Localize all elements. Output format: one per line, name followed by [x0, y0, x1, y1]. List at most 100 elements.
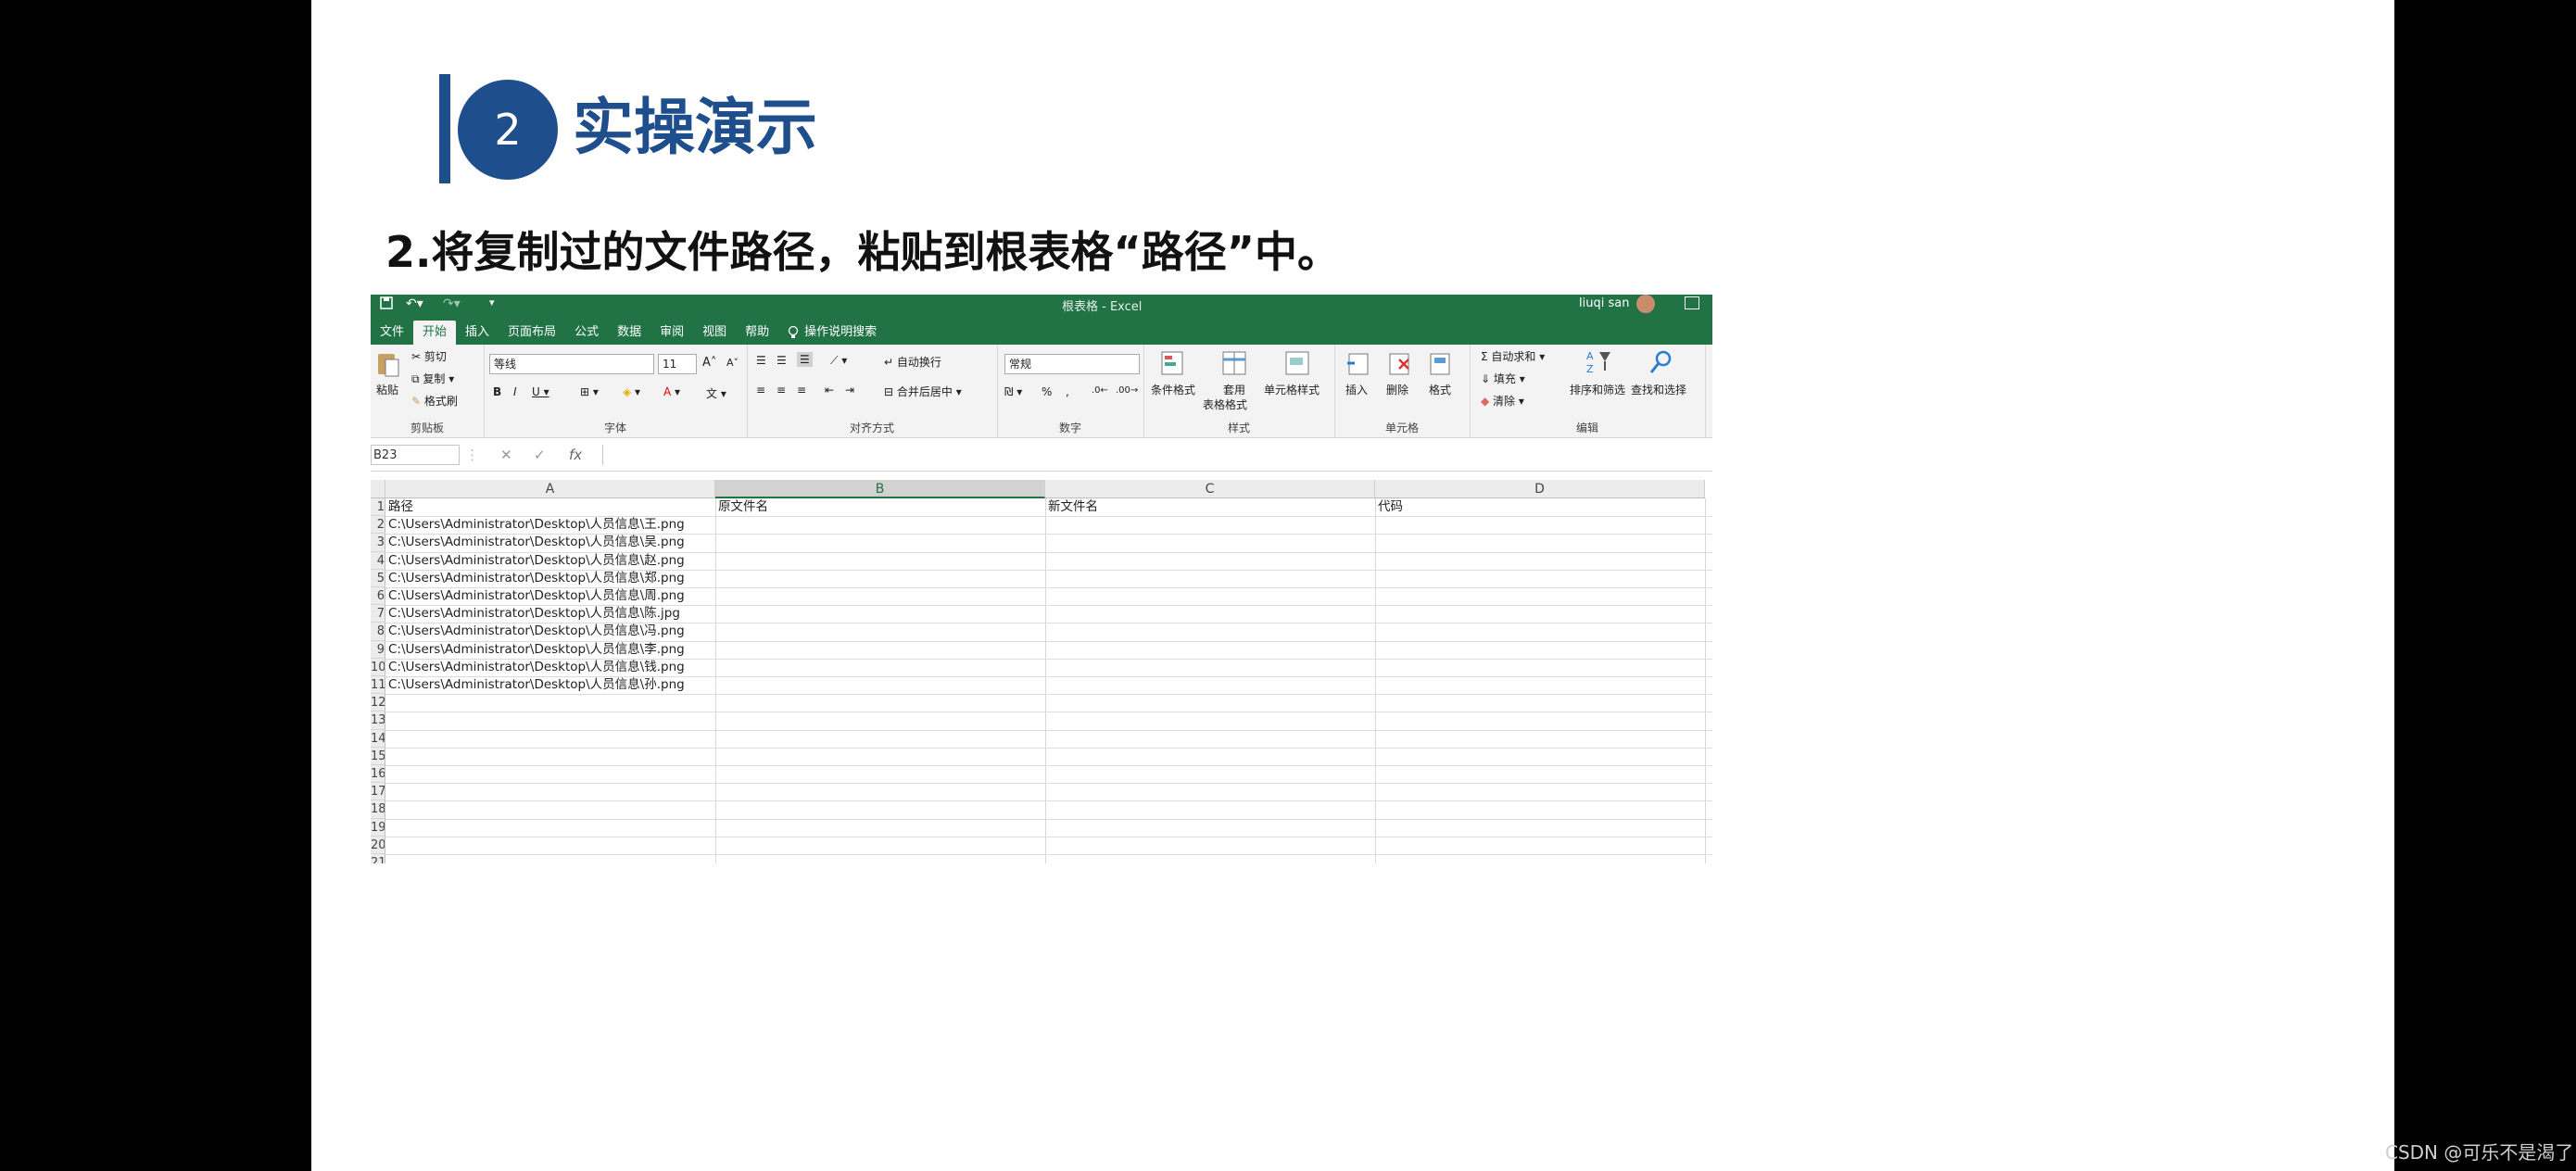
tab-page-layout[interactable]: 页面布局: [499, 321, 565, 345]
save-icon[interactable]: [380, 296, 393, 313]
path-cell[interactable]: C:\Users\Administrator\Desktop\人员信息\周.pn…: [385, 587, 715, 605]
row-header[interactable]: 1: [371, 498, 385, 517]
user-name[interactable]: liuqi san: [1579, 296, 1629, 310]
row-header[interactable]: 12: [371, 694, 385, 712]
accounting-format-icon[interactable]: ₪ ▾: [1004, 385, 1022, 398]
tab-data[interactable]: 数据: [608, 321, 650, 345]
insert-cells-button[interactable]: 插入: [1345, 382, 1368, 397]
merge-center-button[interactable]: ⊟ 合并后居中 ▾: [884, 384, 962, 399]
avatar[interactable]: [1636, 295, 1655, 313]
format-as-table-button[interactable]: 套用: [1223, 382, 1245, 397]
path-cell[interactable]: C:\Users\Administrator\Desktop\人员信息\钱.pn…: [385, 659, 715, 676]
bold-icon[interactable]: B: [493, 385, 501, 398]
format-cells-button[interactable]: 格式: [1429, 382, 1451, 397]
fill-button[interactable]: ⇓ 填充 ▾: [1481, 371, 1525, 386]
borders-icon[interactable]: ⊞ ▾: [580, 385, 599, 398]
cut-button[interactable]: ✂ 剪切: [411, 348, 447, 364]
row-header[interactable]: 2: [371, 516, 385, 535]
align-left-icon[interactable]: ≡: [756, 384, 765, 397]
align-middle-icon[interactable]: ☰: [777, 354, 787, 367]
font-size-select[interactable]: 11: [658, 354, 697, 374]
row-header[interactable]: 7: [371, 605, 385, 623]
header-cell[interactable]: 新文件名: [1045, 498, 1375, 516]
align-center-icon[interactable]: ≡: [777, 384, 786, 397]
row-header[interactable]: 19: [371, 818, 385, 837]
path-cell[interactable]: C:\Users\Administrator\Desktop\人员信息\李.pn…: [385, 641, 715, 659]
paste-icon[interactable]: [376, 350, 400, 382]
header-cell[interactable]: 路径: [385, 498, 715, 516]
tab-home[interactable]: 开始: [413, 321, 457, 345]
copy-button[interactable]: ⧉ 复制 ▾: [411, 371, 454, 386]
find-select-button[interactable]: 查找和选择: [1631, 382, 1686, 397]
increase-indent-icon[interactable]: ⇥: [845, 384, 854, 397]
percent-icon[interactable]: %: [1042, 385, 1052, 398]
row-header[interactable]: 17: [371, 783, 385, 801]
path-cell[interactable]: C:\Users\Administrator\Desktop\人员信息\赵.pn…: [385, 552, 715, 570]
row-header[interactable]: 10: [371, 658, 385, 676]
row-header[interactable]: 13: [371, 711, 385, 730]
clear-button[interactable]: ◆ 清除 ▾: [1481, 393, 1524, 409]
decrease-font-icon[interactable]: A˅: [726, 357, 739, 369]
wrap-text-button[interactable]: ↵ 自动换行: [884, 354, 941, 370]
ribbon-display-options-icon[interactable]: [1685, 296, 1699, 309]
paste-button[interactable]: 粘贴: [376, 382, 398, 397]
path-cell[interactable]: C:\Users\Administrator\Desktop\人员信息\冯.pn…: [385, 623, 715, 640]
path-cell[interactable]: C:\Users\Administrator\Desktop\人员信息\孙.pn…: [385, 676, 715, 694]
row-header[interactable]: 6: [371, 587, 385, 606]
fill-color-icon[interactable]: ◈ ▾: [623, 385, 640, 398]
undo-icon[interactable]: ↶▾: [406, 296, 423, 311]
tab-formulas[interactable]: 公式: [565, 321, 608, 345]
format-painter-button[interactable]: ✎ 格式刷: [411, 393, 458, 409]
insert-function-icon[interactable]: fx: [569, 447, 582, 463]
row-header[interactable]: 18: [371, 800, 385, 819]
row-header[interactable]: 3: [371, 534, 385, 552]
align-right-icon[interactable]: ≡: [797, 384, 806, 397]
conditional-format-button[interactable]: 条件格式: [1151, 382, 1195, 397]
tab-view[interactable]: 视图: [693, 321, 736, 345]
row-header[interactable]: 11: [371, 676, 385, 695]
row-header[interactable]: 14: [371, 729, 385, 748]
path-cell[interactable]: C:\Users\Administrator\Desktop\人员信息\郑.pn…: [385, 570, 715, 587]
cancel-icon[interactable]: ✕: [500, 447, 512, 463]
decrease-decimal-icon[interactable]: .00→: [1116, 385, 1138, 396]
comma-style-icon[interactable]: ,: [1066, 385, 1069, 398]
enter-icon[interactable]: ✓: [534, 447, 546, 463]
tab-file[interactable]: 文件: [371, 321, 413, 345]
formula-input[interactable]: [602, 445, 1711, 465]
underline-icon[interactable]: U ▾: [532, 385, 549, 398]
phonetic-icon[interactable]: 文 ▾: [706, 385, 726, 401]
path-cell[interactable]: C:\Users\Administrator\Desktop\人员信息\王.pn…: [385, 516, 715, 534]
increase-decimal-icon[interactable]: .0←: [1092, 385, 1108, 396]
decrease-indent-icon[interactable]: ⇤: [825, 384, 834, 397]
font-name-select[interactable]: 等线: [489, 354, 654, 374]
cell-styles-button[interactable]: 单元格样式: [1264, 382, 1320, 397]
select-all-corner[interactable]: [371, 480, 385, 498]
row-header[interactable]: 20: [371, 836, 385, 854]
worksheet-grid[interactable]: A B C D 1 路径 原文件名 新文件名 代码 2 C:\Users\Administr…: [371, 480, 1712, 863]
tab-review[interactable]: 审阅: [650, 321, 693, 345]
customize-quick-access-icon[interactable]: ▾: [489, 296, 495, 308]
column-header-c[interactable]: C: [1045, 480, 1375, 498]
increase-font-icon[interactable]: A˄: [702, 356, 716, 370]
redo-icon[interactable]: ↷▾: [443, 296, 461, 311]
row-header[interactable]: 15: [371, 747, 385, 765]
column-header-b[interactable]: B: [715, 480, 1045, 498]
sort-filter-button[interactable]: 排序和筛选: [1570, 382, 1625, 397]
number-format-select[interactable]: 常规: [1004, 354, 1140, 374]
header-cell[interactable]: 代码: [1375, 498, 1705, 516]
column-header-a[interactable]: A: [385, 480, 715, 498]
tab-help[interactable]: 帮助: [736, 321, 778, 345]
orientation-icon[interactable]: ⟋ ▾: [830, 354, 847, 368]
row-header[interactable]: 8: [371, 623, 385, 641]
align-top-icon[interactable]: ☰: [756, 354, 766, 367]
column-header-d[interactable]: D: [1375, 480, 1705, 498]
path-cell[interactable]: C:\Users\Administrator\Desktop\人员信息\吴.pn…: [385, 534, 715, 551]
delete-cells-button[interactable]: 删除: [1386, 382, 1408, 397]
italic-icon[interactable]: I: [513, 385, 517, 398]
align-bottom-icon[interactable]: ☰: [797, 352, 813, 367]
row-header[interactable]: 5: [371, 569, 385, 587]
autosum-button[interactable]: Σ 自动求和 ▾: [1481, 348, 1545, 364]
font-color-icon[interactable]: A ▾: [663, 385, 680, 398]
row-header[interactable]: 4: [371, 551, 385, 570]
row-header[interactable]: 9: [371, 640, 385, 659]
